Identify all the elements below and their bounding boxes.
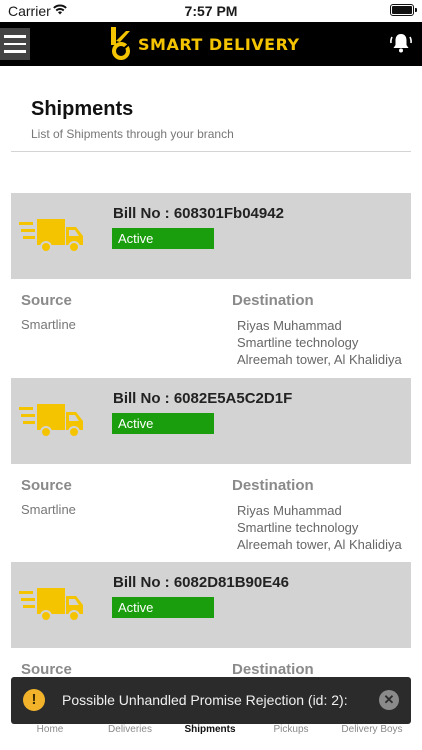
status-badge: Active <box>112 228 214 249</box>
delivery-truck-icon <box>19 404 83 438</box>
source-label: Source <box>21 292 72 309</box>
brand-name: SMART DELIVERY <box>138 34 300 54</box>
destination-name: Riyas Muhammad <box>237 318 342 333</box>
page-subtitle: List of Shipments through your branch <box>31 127 234 141</box>
destination-label: Destination <box>232 477 314 494</box>
toast-message: Possible Unhandled Promise Rejection (id… <box>62 692 348 708</box>
shipment-card[interactable]: Bill No : 608301Fb04942 Active Source De… <box>11 193 422 378</box>
destination-name: Riyas Muhammad <box>237 503 342 518</box>
status-badge: Active <box>112 413 214 434</box>
divider <box>11 151 411 152</box>
destination-address: Riyas Muhammad Smartline technology Alre… <box>237 502 422 553</box>
source-label: Source <box>21 477 72 494</box>
destination-company: Smartline technology <box>237 520 359 535</box>
error-toast[interactable]: ! Possible Unhandled Promise Rejection (… <box>11 677 411 724</box>
close-icon[interactable]: ✕ <box>379 690 399 710</box>
app-header: SMART DELIVERY <box>0 22 422 66</box>
menu-icon-bar <box>4 35 26 38</box>
delivery-truck-icon <box>19 219 83 253</box>
app-logo: SMART DELIVERY <box>108 26 300 62</box>
menu-button[interactable] <box>0 28 30 60</box>
shipment-card-header[interactable]: Bill No : 608301Fb04942 Active <box>11 193 411 279</box>
tab-delivery-boys[interactable]: Delivery Boys <box>322 724 422 735</box>
status-badge: Active <box>112 597 214 618</box>
status-bar: Carrier 7:57 PM <box>0 0 422 22</box>
menu-icon-bar <box>4 42 26 46</box>
warning-icon: ! <box>23 689 45 711</box>
delivery-truck-icon <box>19 588 83 622</box>
bill-number: Bill No : 6082D81B90E46 <box>113 574 289 591</box>
shipment-card-header[interactable]: Bill No : 6082D81B90E46 Active <box>11 562 411 648</box>
bill-number: Bill No : 6082E5A5C2D1F <box>113 390 293 407</box>
destination-street: Alreemah tower, Al Khalidiya <box>237 352 402 367</box>
source-value: Smartline <box>21 502 76 517</box>
source-value: Smartline <box>21 317 76 332</box>
shipment-card-header[interactable]: Bill No : 6082E5A5C2D1F Active <box>11 378 411 464</box>
destination-company: Smartline technology <box>237 335 359 350</box>
destination-label: Destination <box>232 661 314 678</box>
destination-label: Destination <box>232 292 314 309</box>
destination-street: Alreemah tower, Al Khalidiya <box>237 537 402 552</box>
menu-icon-bar <box>4 50 26 53</box>
destination-address: Riyas Muhammad Smartline technology Alre… <box>237 317 422 368</box>
bill-number: Bill No : 608301Fb04942 <box>113 205 284 222</box>
bell-icon[interactable] <box>388 30 414 56</box>
shipment-card[interactable]: Bill No : 6082E5A5C2D1F Active Source De… <box>11 378 422 563</box>
logo-mark-icon <box>111 27 130 60</box>
tab-bar: Home Deliveries Shipments Pickups Delive… <box>0 724 422 750</box>
clock: 7:57 PM <box>184 3 238 19</box>
source-label: Source <box>21 661 72 678</box>
page-title: Shipments <box>31 98 134 120</box>
battery-icon <box>390 4 417 16</box>
